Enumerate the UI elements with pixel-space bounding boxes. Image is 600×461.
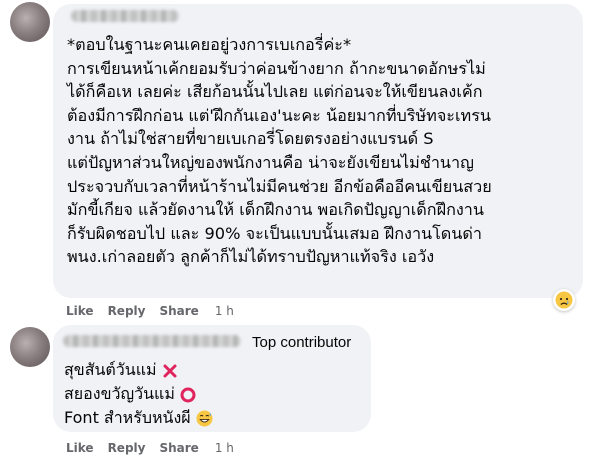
comment-actions: Like Reply Share 1 h — [66, 304, 248, 318]
comment-text-line: งาน ถ้าไม่ใช่สายที่ขายเบเกอรี่โดยตรงอย่า… — [67, 129, 434, 149]
comment-text-line: แต่ปัญหาส่วนใหญ่ของพนักงานคือ น่าจะยังเข… — [67, 152, 474, 172]
comment-text-line: ต้องมีการฝึกก่อน แต่'ฝึกกันเอง'นะคะ น้อย… — [67, 105, 491, 125]
top-contributor-badge: Top contributor — [252, 334, 352, 351]
comment-line: Font สำหรับหนังผี — [64, 406, 213, 431]
commenter-name-blurred[interactable] — [63, 335, 241, 347]
comment-text-line: พนง.เก่าลอยตัว ลูกค้าก็ไม่ได้ทราบปัญหาแท… — [67, 247, 435, 267]
comment-text-line: ประจวบกับเวลาที่หน้าร้านไม่มีคนช่วย อีกข… — [67, 176, 492, 196]
comment-timestamp[interactable]: 1 h — [215, 304, 234, 318]
comment-text-line: *ตอบในฐานะคนเคยอยู่วงการเบเกอรี่ค่ะ* — [67, 35, 352, 54]
commenter-avatar[interactable] — [10, 327, 50, 367]
comment-text: *ตอบในฐานะคนเคยอยู่วงการเบเกอรี่ค่ะ* การเ… — [67, 33, 492, 269]
commenter-name-blurred[interactable] — [71, 10, 179, 22]
like-button[interactable]: Like — [66, 441, 94, 455]
comment-text-line: ก็รับผิดชอบไป และ 90% จะเป็นแบบนั้นเสมอ … — [67, 223, 482, 243]
comment-line: สุขสันต์วันแม่ — [64, 358, 178, 383]
comment-line-text: สุขสันต์วันแม่ — [64, 360, 157, 379]
reaction-badge[interactable] — [553, 289, 575, 311]
comment-text-line: มักขี้เกียจ แล้วยัดงานให้ เด็กฝึกงาน พอเ… — [67, 200, 484, 220]
comment-line: สยองขวัญวันแม่ — [64, 382, 196, 407]
comment-line-text: Font สำหรับหนังผี — [64, 408, 191, 427]
sad-crying-emoji-icon — [555, 291, 573, 309]
share-button[interactable]: Share — [159, 441, 198, 455]
comment-actions: Like Reply Share 1 h — [66, 441, 248, 455]
comment-text-line: ได้ก็คือเห เลยค่ะ เสียก้อนนั้นไปเลย แต่ก… — [67, 82, 483, 102]
comment-line-text: สยองขวัญวันแม่ — [64, 384, 175, 403]
comment-timestamp[interactable]: 1 h — [215, 441, 234, 455]
comment-text-line: การเขียนหน้าเค้กยอมรับว่าค่อนข้างยาก ถ้า… — [67, 58, 486, 78]
reply-button[interactable]: Reply — [108, 304, 146, 318]
red-x-mark-icon — [162, 363, 178, 379]
grinning-sweat-emoji-icon — [196, 410, 213, 427]
commenter-avatar[interactable] — [10, 2, 50, 42]
reply-button[interactable]: Reply — [108, 441, 146, 455]
like-button[interactable]: Like — [66, 304, 94, 318]
red-circle-icon — [180, 387, 196, 403]
share-button[interactable]: Share — [159, 304, 198, 318]
